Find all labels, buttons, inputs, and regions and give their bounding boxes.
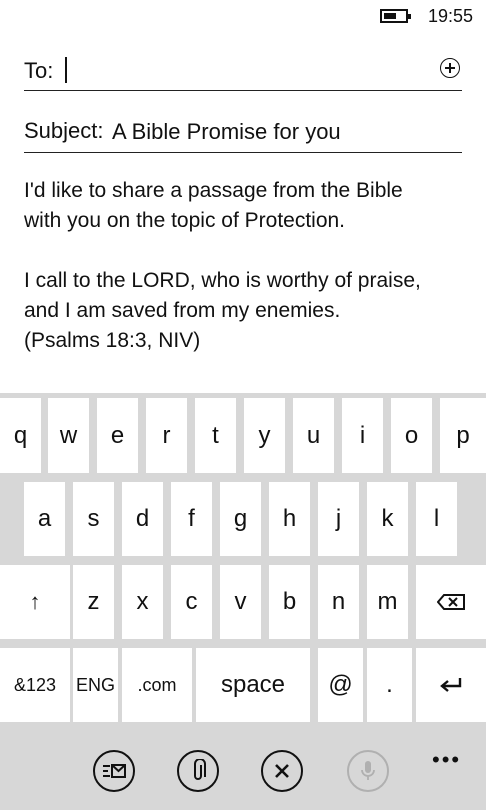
status-bar: 19:55 <box>0 0 486 32</box>
key-a[interactable]: a <box>24 482 65 556</box>
key-i[interactable]: i <box>342 398 383 473</box>
body-blank-line <box>24 236 464 266</box>
shift-arrow-icon: ↑ <box>29 589 41 614</box>
key-m[interactable]: m <box>367 565 408 639</box>
key-t[interactable]: t <box>195 398 236 473</box>
symbols-key[interactable]: &123 <box>0 648 70 722</box>
enter-icon <box>440 678 462 692</box>
message-body[interactable]: I'd like to share a passage from the Bib… <box>24 176 464 356</box>
at-key[interactable]: @ <box>318 648 363 722</box>
body-line: with you on the topic of Protection. <box>24 209 346 232</box>
key-c[interactable]: c <box>171 565 212 639</box>
key-l[interactable]: l <box>416 482 457 556</box>
key-v[interactable]: v <box>220 565 261 639</box>
to-label: To: <box>24 58 54 83</box>
key-f[interactable]: f <box>171 482 212 556</box>
subject-field[interactable]: Subject: A Bible Promise for you <box>24 110 462 153</box>
key-q[interactable]: q <box>0 398 41 473</box>
subject-value[interactable]: A Bible Promise for you <box>112 119 341 145</box>
key-p[interactable]: p <box>440 398 486 473</box>
key-z[interactable]: z <box>73 565 114 639</box>
attach-icon[interactable] <box>177 750 219 792</box>
key-x[interactable]: x <box>122 565 163 639</box>
period-key[interactable]: . <box>367 648 412 722</box>
key-b[interactable]: b <box>269 565 310 639</box>
key-e[interactable]: e <box>97 398 138 473</box>
key-r[interactable]: r <box>146 398 187 473</box>
dotcom-key[interactable]: .com <box>122 648 192 722</box>
shift-key[interactable]: ↑ <box>0 565 70 639</box>
battery-icon <box>380 9 411 23</box>
language-key[interactable]: ENG <box>73 648 118 722</box>
send-icon[interactable] <box>93 750 135 792</box>
body-line: I call to the LORD, who is worthy of pra… <box>24 269 421 292</box>
key-o[interactable]: o <box>391 398 432 473</box>
to-field[interactable]: To: <box>24 50 462 91</box>
subject-label: Subject: <box>24 118 104 143</box>
enter-key[interactable] <box>416 648 486 722</box>
body-line: I'd like to share a passage from the Bib… <box>24 179 403 202</box>
text-cursor <box>65 57 67 83</box>
space-key[interactable]: space <box>196 648 310 722</box>
key-n[interactable]: n <box>318 565 359 639</box>
key-g[interactable]: g <box>220 482 261 556</box>
clock: 19:55 <box>428 6 474 26</box>
more-options-icon[interactable]: ••• <box>432 747 461 773</box>
microphone-icon[interactable] <box>347 750 389 792</box>
add-recipient-icon[interactable] <box>440 58 460 78</box>
key-d[interactable]: d <box>122 482 163 556</box>
body-line: (Psalms 18:3, NIV) <box>24 329 201 352</box>
key-w[interactable]: w <box>48 398 89 473</box>
key-u[interactable]: u <box>293 398 334 473</box>
backspace-key[interactable] <box>416 565 486 639</box>
key-j[interactable]: j <box>318 482 359 556</box>
key-s[interactable]: s <box>73 482 114 556</box>
backspace-icon <box>437 594 465 610</box>
cancel-icon[interactable] <box>261 750 303 792</box>
app-bar: ••• <box>0 733 486 810</box>
key-h[interactable]: h <box>269 482 310 556</box>
key-k[interactable]: k <box>367 482 408 556</box>
key-y[interactable]: y <box>244 398 285 473</box>
body-line: and I am saved from my enemies. <box>24 299 341 322</box>
